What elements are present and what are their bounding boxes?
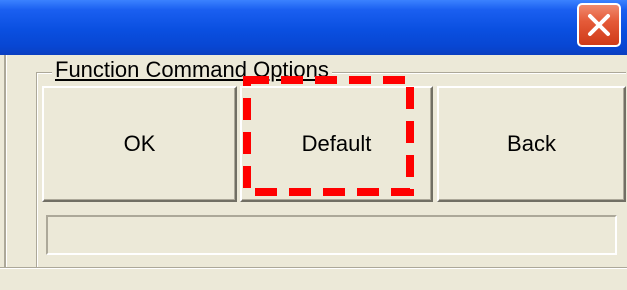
default-button[interactable]: Default — [240, 86, 433, 202]
back-button[interactable]: Back — [437, 86, 626, 202]
title-bar[interactable] — [0, 0, 627, 55]
options-dialog: Function Command Options OK Default Back — [0, 0, 627, 290]
left-divider — [4, 55, 7, 267]
status-field — [46, 215, 617, 255]
bottom-divider — [0, 267, 627, 269]
ok-button[interactable]: OK — [42, 86, 237, 202]
close-button[interactable] — [577, 3, 621, 47]
close-icon — [588, 14, 610, 36]
group-label: Function Command Options — [52, 57, 332, 83]
